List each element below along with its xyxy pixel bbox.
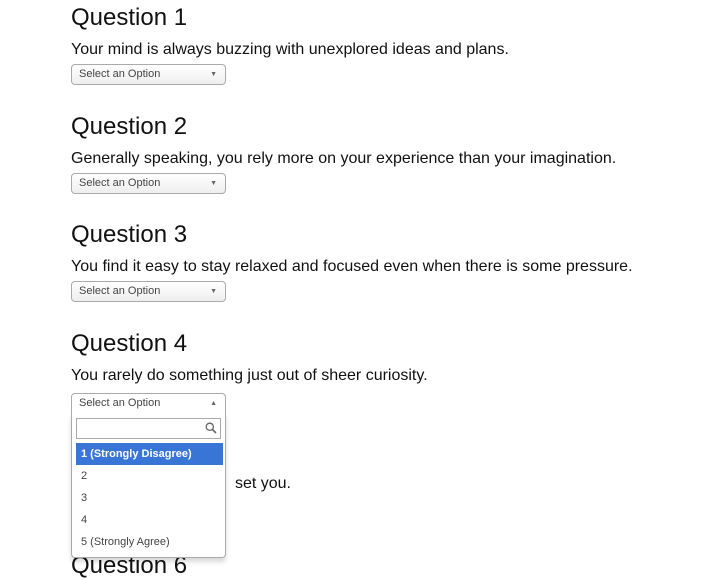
- question-title: Question 1: [71, 4, 188, 31]
- question-title: Question 4: [71, 330, 188, 357]
- option-list: 1 (Strongly Disagree) 2 3 4 5 (Strongly …: [76, 443, 223, 553]
- select-value: Select an Option: [79, 397, 161, 409]
- select-value: Select an Option: [79, 177, 161, 189]
- question-text: You rarely do something just out of shee…: [71, 367, 428, 384]
- chevron-up-icon: ▲: [210, 400, 217, 407]
- chevron-down-icon: ▼: [210, 71, 217, 78]
- select-value: Select an Option: [79, 285, 161, 297]
- question-text: set you.: [234, 475, 291, 492]
- question-text: Generally speaking, you rely more on you…: [71, 150, 617, 167]
- option-item[interactable]: 2: [76, 465, 223, 487]
- chevron-down-icon: ▼: [210, 180, 217, 187]
- select-value: Select an Option: [79, 68, 161, 80]
- chevron-down-icon: ▼: [210, 288, 217, 295]
- option-item[interactable]: 1 (Strongly Disagree): [76, 443, 223, 465]
- answer-select[interactable]: Select an Option ▼: [71, 173, 226, 194]
- question-text: Your mind is always buzzing with unexplo…: [71, 41, 509, 58]
- option-item[interactable]: 5 (Strongly Agree): [76, 531, 223, 553]
- search-icon: [205, 422, 217, 434]
- answer-select[interactable]: Select an Option ▼: [71, 281, 226, 302]
- option-item[interactable]: 3: [76, 487, 223, 509]
- answer-select[interactable]: Select an Option ▼: [71, 64, 226, 85]
- search-input[interactable]: [77, 419, 210, 438]
- question-title: Question 3: [71, 221, 188, 248]
- answer-select[interactable]: Select an Option ▲: [71, 393, 226, 414]
- dropdown-search[interactable]: [76, 418, 221, 439]
- option-item[interactable]: 4: [76, 509, 223, 531]
- answer-dropdown: 1 (Strongly Disagree) 2 3 4 5 (Strongly …: [71, 413, 226, 558]
- question-text: You find it easy to stay relaxed and foc…: [71, 258, 633, 275]
- question-title: Question 2: [71, 113, 188, 140]
